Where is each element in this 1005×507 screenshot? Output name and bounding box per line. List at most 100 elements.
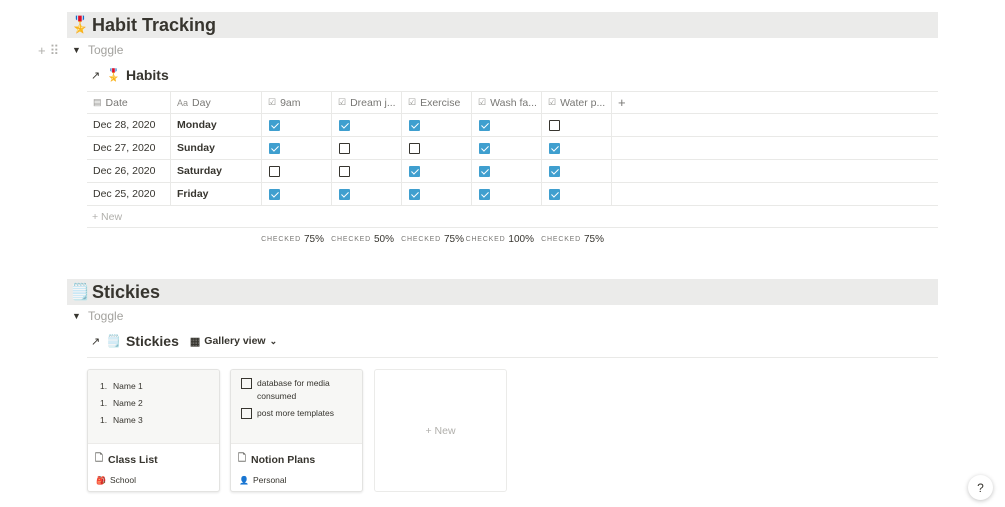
triangle-down-icon[interactable]: ▼: [72, 45, 82, 55]
checkbox-checked[interactable]: [269, 119, 280, 131]
date-cell[interactable]: Dec 25, 2020: [87, 183, 171, 205]
checkbox-checked[interactable]: [549, 188, 560, 200]
column-header-day[interactable]: Aa Day: [171, 92, 262, 113]
column-header-water-plants[interactable]: ☑ Water p...: [542, 92, 612, 113]
medal-icon: 🎖️: [70, 17, 90, 34]
add-column-button[interactable]: +: [612, 92, 642, 113]
habit-tracking-heading: 🎖️ Habit Tracking: [67, 12, 938, 38]
day-cell[interactable]: Monday: [171, 114, 262, 136]
checkbox-cell: [332, 160, 402, 182]
checkbox-unchecked[interactable]: [269, 165, 280, 177]
checkbox-cell: [402, 114, 472, 136]
gallery-card-class-list[interactable]: 1. Name 1 1. Name 2 1. Name 3 🗋 Class Li…: [87, 369, 220, 492]
checkbox-cell: [542, 160, 612, 182]
checkbox-cell: [472, 137, 542, 159]
habits-table: ▤ Date Aa Day ☑ 9am ☑ Dream j... ☑ Exerc…: [87, 91, 938, 250]
day-cell[interactable]: Sunday: [171, 137, 262, 159]
column-label: Wash fa...: [490, 96, 537, 109]
checkbox-checked[interactable]: [479, 119, 490, 131]
person-icon: 👤: [239, 475, 249, 485]
checkbox-unchecked[interactable]: [409, 142, 420, 154]
checkbox-property-icon: ☑: [268, 97, 277, 107]
stickies-toggle[interactable]: ▼ Toggle: [72, 308, 123, 324]
checkbox-checked[interactable]: [479, 165, 490, 177]
checkbox-checked[interactable]: [549, 165, 560, 177]
checkbox-cell: [262, 137, 332, 159]
checkbox[interactable]: [241, 408, 252, 419]
column-header-9am[interactable]: ☑ 9am: [262, 92, 332, 113]
card-title[interactable]: 🗋 Class List: [88, 444, 219, 468]
checkbox[interactable]: [241, 378, 252, 389]
calculation-label: CHECKED: [465, 235, 506, 243]
checkbox-checked[interactable]: [409, 165, 420, 177]
calculation-value: 75%: [443, 233, 464, 245]
table-row[interactable]: Dec 28, 2020 Monday: [87, 114, 938, 137]
checkbox-unchecked[interactable]: [339, 142, 350, 154]
date-cell[interactable]: Dec 26, 2020: [87, 160, 171, 182]
checkbox-cell: [262, 114, 332, 136]
link-arrow-icon[interactable]: ↗: [91, 69, 104, 82]
link-arrow-icon[interactable]: ↗: [91, 335, 104, 348]
checkbox-checked[interactable]: [549, 142, 560, 154]
database-title[interactable]: Habits: [126, 67, 169, 83]
gallery-view-dropdown[interactable]: ▦ Gallery view ⌄: [190, 335, 277, 348]
checkbox-checked[interactable]: [409, 119, 420, 131]
triangle-down-icon[interactable]: ▼: [72, 311, 82, 321]
card-preview: database for media consumed post more te…: [231, 370, 362, 444]
day-cell[interactable]: Friday: [171, 183, 262, 205]
new-card-button[interactable]: + New: [374, 369, 507, 492]
day-cell[interactable]: Saturday: [171, 160, 262, 182]
checkbox-unchecked[interactable]: [339, 165, 350, 177]
calculation-cell[interactable]: CHECKED 50%: [331, 234, 402, 245]
list-item: 1. Name 1: [100, 380, 143, 391]
checkbox-property-icon: ☑: [338, 97, 347, 107]
table-row[interactable]: Dec 25, 2020 Friday: [87, 183, 938, 206]
calendar-icon: ▤: [93, 97, 102, 107]
calculation-cell[interactable]: CHECKED 100%: [466, 234, 542, 245]
checkbox-cell: [332, 114, 402, 136]
column-header-wash-face[interactable]: ☑ Wash fa...: [472, 92, 542, 113]
database-title[interactable]: Stickies: [126, 333, 179, 349]
column-header-exercise[interactable]: ☑ Exercise: [402, 92, 472, 113]
checkbox-unchecked[interactable]: [549, 119, 560, 131]
checkbox-cell: [472, 114, 542, 136]
checkbox-checked[interactable]: [409, 188, 420, 200]
calculation-cell[interactable]: CHECKED 75%: [401, 233, 472, 245]
card-title[interactable]: 🗋 Notion Plans: [231, 444, 362, 468]
checkbox-cell: [262, 160, 332, 182]
checkbox-property-icon: ☑: [408, 97, 417, 107]
checkbox-checked[interactable]: [479, 142, 490, 154]
checkbox-checked[interactable]: [479, 188, 490, 200]
column-label: Day: [192, 96, 211, 109]
calculation-value: 75%: [303, 233, 324, 245]
checkbox-checked[interactable]: [269, 142, 280, 154]
new-row-button[interactable]: + New: [87, 206, 938, 228]
checkbox-cell: [542, 137, 612, 159]
stickies-database-title[interactable]: ↗ 🗒️ Stickies ▦ Gallery view ⌄: [91, 333, 277, 349]
checkbox-checked[interactable]: [339, 188, 350, 200]
drag-handle-icon[interactable]: ⠿: [50, 43, 60, 59]
column-header-dream-journal[interactable]: ☑ Dream j...: [332, 92, 402, 113]
checkbox-checked[interactable]: [339, 119, 350, 131]
gallery-card-notion-plans[interactable]: database for media consumed post more te…: [230, 369, 363, 492]
checkbox-checked[interactable]: [269, 188, 280, 200]
column-label: Exercise: [420, 96, 461, 109]
empty-cell: [612, 114, 642, 136]
column-header-date[interactable]: ▤ Date: [87, 92, 171, 113]
habit-toggle[interactable]: ▼ Toggle: [72, 42, 123, 58]
view-label: Gallery view: [204, 335, 266, 347]
document-icon: 🗋: [95, 453, 104, 464]
table-row[interactable]: Dec 27, 2020 Sunday: [87, 137, 938, 160]
calculation-label: CHECKED: [261, 235, 301, 243]
habits-database-title[interactable]: ↗ 🎖️ Habits: [91, 67, 169, 83]
checkbox-cell: [472, 160, 542, 182]
help-button[interactable]: ?: [968, 475, 993, 500]
date-cell[interactable]: Dec 28, 2020: [87, 114, 171, 136]
calculation-cell[interactable]: CHECKED 75%: [261, 233, 332, 245]
date-cell[interactable]: Dec 27, 2020: [87, 137, 171, 159]
block-handle[interactable]: + ⠿: [38, 43, 59, 59]
calculation-cell[interactable]: CHECKED 75%: [541, 234, 612, 245]
column-label: Water p...: [560, 96, 606, 109]
table-row[interactable]: Dec 26, 2020 Saturday: [87, 160, 938, 183]
plus-icon[interactable]: +: [38, 43, 46, 59]
